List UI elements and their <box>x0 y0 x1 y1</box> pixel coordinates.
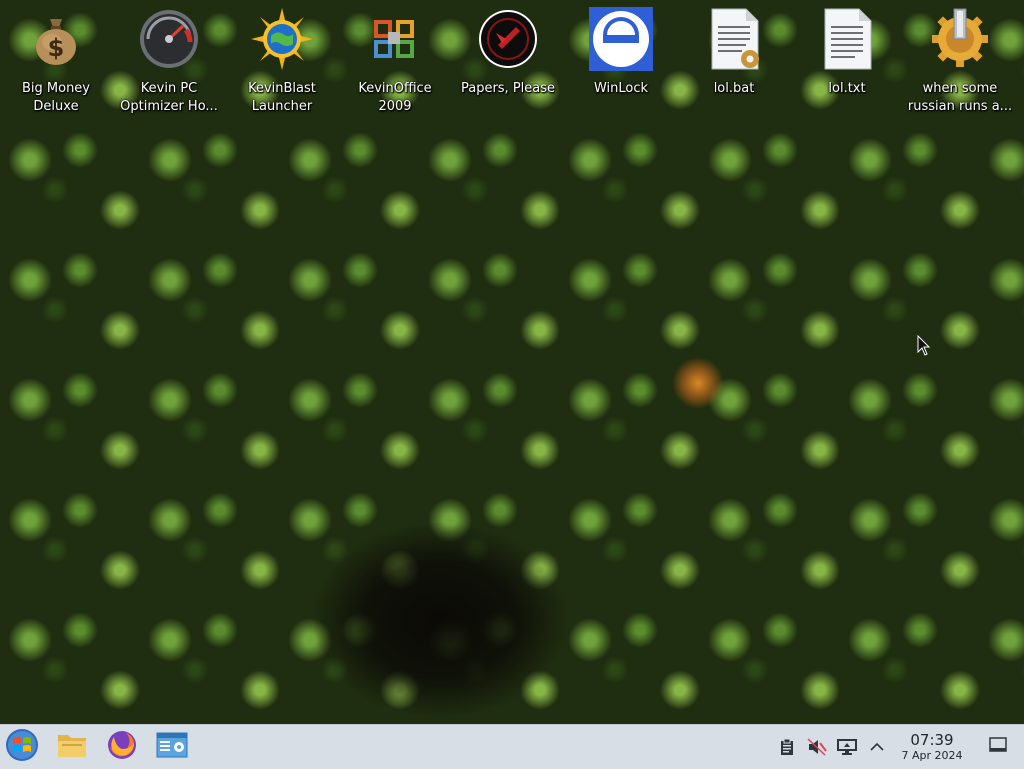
desktop-icon-kevinblast-launcher[interactable]: KevinBlast Launcher <box>226 6 338 116</box>
system-settings-button[interactable] <box>150 725 194 769</box>
desktop-icon-label: Kevin PC Optimizer Ho... <box>120 81 218 114</box>
speedometer-icon <box>136 6 202 72</box>
clock-time: 07:39 <box>910 731 954 749</box>
desktop-icon-when-some-russian[interactable]: when some russian runs a... <box>904 6 1016 116</box>
firefox-icon <box>106 729 138 765</box>
desktop-icon-label: when some russian runs a... <box>907 81 1013 114</box>
show-desktop-icon <box>989 737 1007 757</box>
winlock-icon <box>588 6 654 72</box>
batch-file-icon <box>701 6 767 72</box>
desktop-icon-big-money-deluxe[interactable]: $ Big Money Deluxe <box>0 6 112 116</box>
desktop-icon-papers-please[interactable]: Papers, Please <box>452 6 564 116</box>
file-manager-button[interactable] <box>50 725 94 769</box>
display-icon[interactable] <box>832 725 862 769</box>
globe-sun-icon <box>249 6 315 72</box>
svg-text:$: $ <box>48 34 65 62</box>
desktop-icon-lol-bat[interactable]: lol.bat <box>678 6 790 116</box>
desktop-icon-winlock[interactable]: WinLock <box>565 6 677 116</box>
desktop-icon-lol-txt[interactable]: lol.txt <box>791 6 903 116</box>
clock-date: 7 Apr 2024 <box>901 749 963 762</box>
desktop-icon-label: Big Money Deluxe <box>21 81 90 114</box>
text-file-icon <box>814 6 880 72</box>
chevron-up-icon[interactable] <box>862 725 892 769</box>
system-tray: 07:39 7 Apr 2024 <box>772 725 1024 769</box>
office-icon <box>362 6 428 72</box>
desktop-icon-kevin-pc-optimizer[interactable]: Kevin PC Optimizer Ho... <box>113 6 225 116</box>
clipboard-icon[interactable] <box>772 725 802 769</box>
folder-icon <box>56 730 88 764</box>
firefox-button[interactable] <box>100 725 144 769</box>
taskbar: 07:39 7 Apr 2024 <box>0 724 1024 769</box>
settings-window-icon <box>155 730 189 764</box>
money-bag-icon: $ <box>23 6 89 72</box>
desktop-icon-label: Papers, Please <box>460 81 556 96</box>
volume-muted-icon[interactable] <box>802 725 832 769</box>
papers-please-icon <box>475 6 541 72</box>
mouse-cursor-icon <box>917 334 931 357</box>
desktop[interactable]: $ Big Money Deluxe Kevin PC Optimizer Ho… <box>0 0 1024 724</box>
desktop-icon-kevinoffice-2009[interactable]: KevinOffice 2009 <box>339 6 451 116</box>
desktop-icon-label: WinLock <box>593 81 649 96</box>
desktop-icon-label: lol.txt <box>828 81 866 96</box>
gear-icon <box>927 6 993 72</box>
desktop-icon-label: KevinOffice 2009 <box>358 81 432 114</box>
windows-logo-icon <box>5 728 39 766</box>
taskbar-clock[interactable]: 07:39 7 Apr 2024 <box>894 731 970 763</box>
start-menu-button[interactable] <box>0 725 44 769</box>
show-desktop-button[interactable] <box>972 725 1024 769</box>
desktop-icon-label: lol.bat <box>713 81 755 96</box>
desktop-icon-label: KevinBlast Launcher <box>248 81 316 114</box>
